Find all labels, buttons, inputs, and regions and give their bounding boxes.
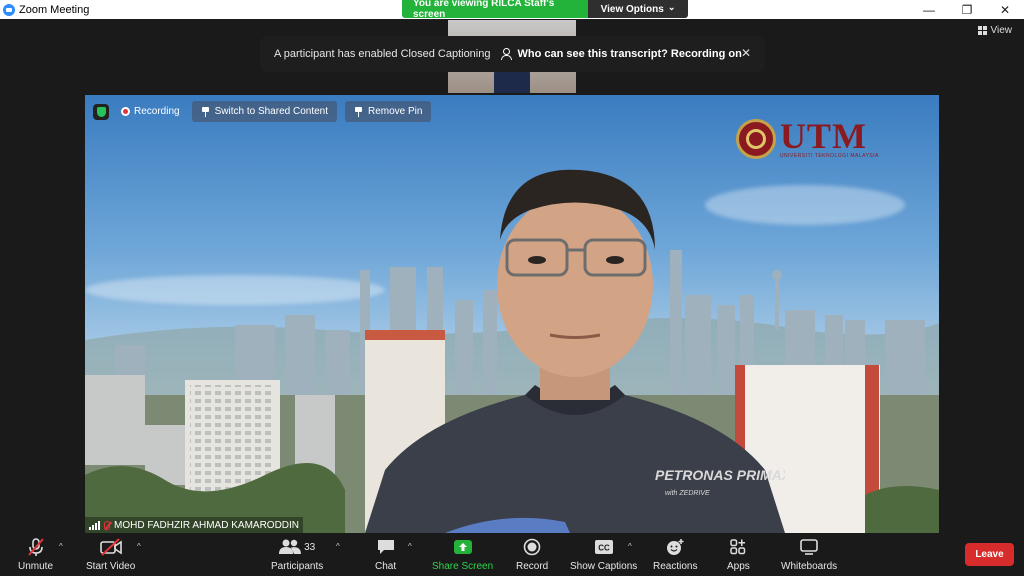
chat-button[interactable]: Chat <box>375 537 396 572</box>
closed-captions-icon: CC <box>594 537 614 557</box>
remove-pin-label: Remove Pin <box>368 106 423 117</box>
view-options-label: View Options <box>600 3 664 15</box>
record-label: Record <box>516 561 549 572</box>
utm-seal-icon <box>735 119 776 159</box>
recording-dot-icon <box>121 107 130 116</box>
audio-options-caret-icon[interactable]: ^ <box>59 542 63 551</box>
utm-logo: UTM UNIVERSITI TEKNOLOGI MALAYSIA <box>735 116 879 159</box>
pin-icon <box>201 106 210 117</box>
participants-label: Participants <box>271 561 324 572</box>
whiteboard-icon <box>799 537 819 557</box>
start-video-label: Start Video <box>86 561 136 572</box>
zoom-meeting-window: Zoom Meeting You are viewing RILCA Staff… <box>0 0 1024 576</box>
close-window-button[interactable]: ✕ <box>986 0 1024 19</box>
viewing-screen-label: You are viewing RILCA Staff's screen <box>402 0 588 18</box>
share-screen-label: Share Screen <box>432 561 494 572</box>
pin-icon <box>354 106 363 117</box>
chat-options-caret-icon[interactable]: ^ <box>408 542 412 551</box>
video-off-icon <box>99 537 123 557</box>
switch-to-shared-content-label: Switch to Shared Content <box>214 106 328 117</box>
unmute-button[interactable]: Unmute <box>18 537 53 572</box>
apps-button[interactable]: Apps <box>727 537 750 572</box>
show-captions-label: Show Captions <box>570 561 638 572</box>
remove-pin-button[interactable]: Remove Pin <box>345 101 432 122</box>
minimize-button[interactable]: — <box>910 0 948 19</box>
participant-name: MOHD FADHZIR AHMAD KAMARODDIN <box>114 519 300 531</box>
participants-options-caret-icon[interactable]: ^ <box>336 542 340 551</box>
captions-options-caret-icon[interactable]: ^ <box>628 542 632 551</box>
zoom-logo-icon <box>3 3 15 16</box>
window-controls: — ❐ ✕ <box>910 0 1024 19</box>
video-options-caret-icon[interactable]: ^ <box>137 542 141 551</box>
reactions-button[interactable]: Reactions <box>653 537 697 572</box>
view-options-button[interactable]: View Options ⌄ <box>588 0 688 18</box>
record-button[interactable]: Record <box>516 537 548 572</box>
view-layout-button[interactable]: View <box>977 25 1013 36</box>
svg-text:CC: CC <box>598 544 610 553</box>
speaker-person-image: PETRONAS PRIMAX 95 with ZEDRIVE <box>365 169 785 533</box>
apps-icon <box>729 537 747 557</box>
muted-microphone-icon <box>26 537 46 557</box>
participants-icon <box>279 539 302 554</box>
closed-caption-notification: A participant has enabled Closed Caption… <box>260 36 765 72</box>
share-screen-icon <box>453 537 473 557</box>
share-banner: You are viewing RILCA Staff's screen Vie… <box>402 0 688 18</box>
muted-mic-icon <box>104 520 110 530</box>
utm-logo-text: UTM <box>779 116 867 156</box>
active-speaker-video[interactable]: PETRONAS PRIMAX 95 with ZEDRIVE Recordin… <box>85 95 939 533</box>
notification-message: A participant has enabled Closed Caption… <box>274 48 491 60</box>
video-overlay-toolbar: Recording Switch to Shared Content Remov… <box>93 101 432 122</box>
security-shield-icon[interactable] <box>93 103 109 120</box>
signal-strength-icon <box>89 520 100 530</box>
whiteboards-label: Whiteboards <box>781 561 838 572</box>
participant-name-tag: MOHD FADHZIR AHMAD KAMARODDIN <box>85 517 304 533</box>
start-video-button[interactable]: Start Video <box>86 537 135 572</box>
participants-button[interactable]: 33 Participants <box>271 537 323 572</box>
transcript-visibility-link[interactable]: Who can see this transcript? Recording o… <box>500 48 742 60</box>
title-bar: Zoom Meeting You are viewing RILCA Staff… <box>0 0 1024 19</box>
view-layout-label: View <box>990 25 1013 36</box>
close-notification-button[interactable]: ✕ <box>741 46 751 60</box>
reactions-smiley-icon <box>665 537 685 557</box>
shirt-logo-text: PETRONAS PRIMAX 95 <box>655 467 785 483</box>
reactions-label: Reactions <box>653 561 698 572</box>
recording-indicator[interactable]: Recording <box>117 104 184 119</box>
leave-meeting-button[interactable]: Leave <box>965 543 1014 566</box>
participant-count: 33 <box>304 541 316 553</box>
chat-bubble-icon <box>376 537 396 557</box>
transcript-visibility-label: Who can see this transcript? Recording o… <box>517 48 742 60</box>
meeting-toolbar: Unmute ^ Start Video ^ 33 Participants ^… <box>0 533 1024 576</box>
participants-icon-wrap: 33 <box>279 537 315 557</box>
apps-label: Apps <box>727 561 750 572</box>
share-screen-button[interactable]: Share Screen <box>432 537 493 572</box>
utm-logo-subtitle: UNIVERSITI TEKNOLOGI MALAYSIA <box>779 153 879 159</box>
window-title: Zoom Meeting <box>19 3 90 16</box>
unmute-label: Unmute <box>18 561 54 572</box>
restore-button[interactable]: ❐ <box>948 0 986 19</box>
shirt-logo-subtext: with ZEDRIVE <box>665 490 710 497</box>
record-icon <box>523 537 541 557</box>
chevron-down-icon: ⌄ <box>667 1 676 12</box>
switch-to-shared-content-button[interactable]: Switch to Shared Content <box>191 101 337 122</box>
whiteboards-button[interactable]: Whiteboards <box>781 537 837 572</box>
person-icon <box>500 48 513 60</box>
recording-label: Recording <box>134 106 180 117</box>
chat-label: Chat <box>375 561 397 572</box>
grid-view-icon <box>977 26 987 35</box>
